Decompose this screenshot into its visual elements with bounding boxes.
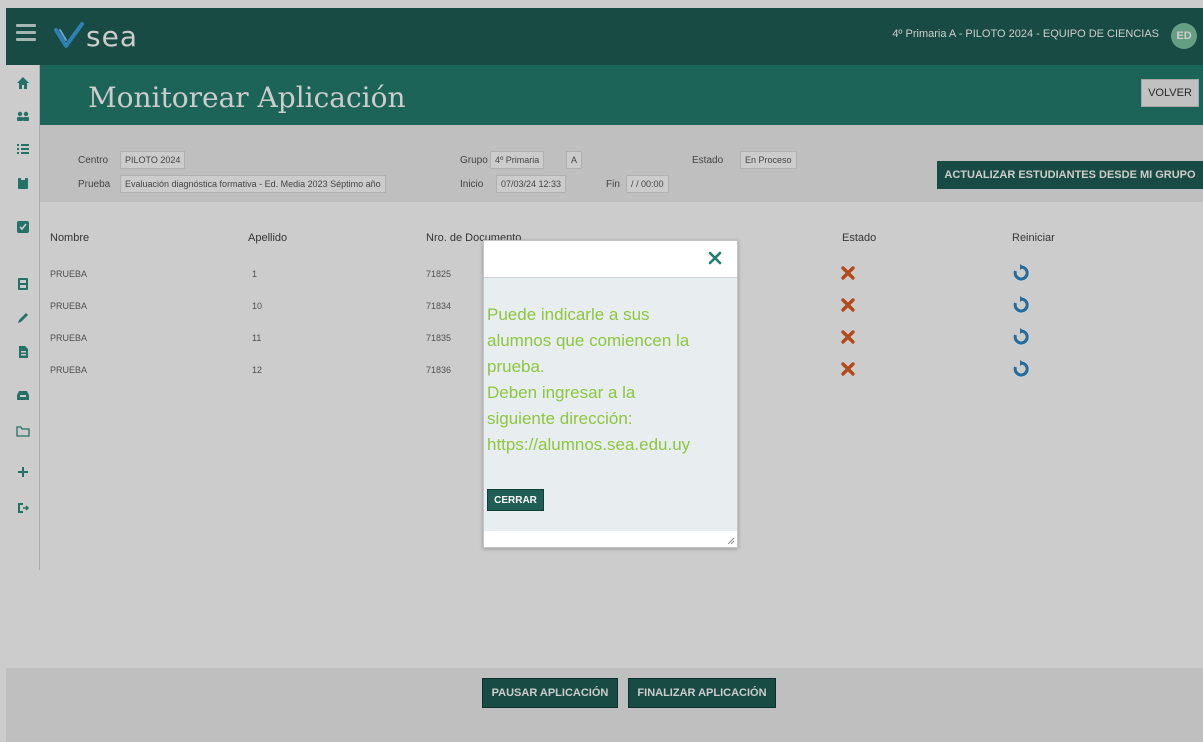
close-dialog-button[interactable]: CERRAR [487, 489, 544, 511]
screenshot-frame: sea 4º Primaria A - PILOTO 2024 - EQUIPO… [0, 0, 1203, 742]
start-instructions-dialog: Puede indicarle a sus alumnos que comien… [483, 240, 738, 548]
close-icon[interactable] [707, 250, 723, 266]
resize-handle-icon[interactable] [728, 538, 734, 544]
dialog-footer [484, 531, 737, 547]
message-line: siguiente dirección: [487, 409, 633, 428]
message-line: Deben ingresar a la [487, 383, 636, 402]
message-url: https://alumnos.sea.edu.uy [487, 435, 691, 454]
dialog-message: Puede indicarle a sus alumnos que comien… [487, 302, 735, 458]
message-line: alumnos que comiencen la [487, 331, 690, 350]
message-line: Puede indicarle a sus [487, 305, 650, 324]
dialog-header [484, 241, 737, 278]
message-line: prueba. [487, 357, 545, 376]
